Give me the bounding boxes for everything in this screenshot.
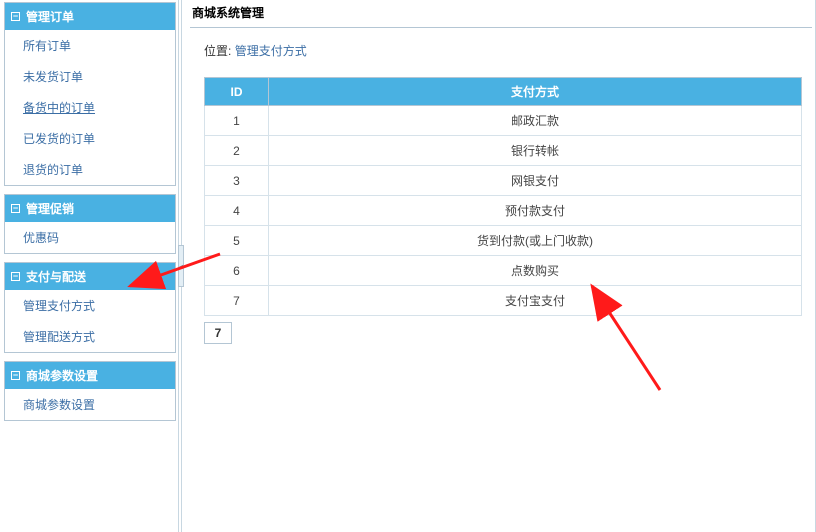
breadcrumb-link[interactable]: 管理支付方式 <box>235 44 307 58</box>
expander-icon: − <box>11 371 20 380</box>
table-row[interactable]: 7支付宝支付 <box>205 286 802 316</box>
cell-id: 6 <box>205 256 269 286</box>
sidebar-item-return-orders[interactable]: 退货的订单 <box>5 154 175 185</box>
main-content: 商城系统管理 位置: 管理支付方式 ID 支付方式 1邮政汇款 2银行转帐 3网… <box>182 0 816 532</box>
sidebar-item-manage-payment[interactable]: 管理支付方式 <box>5 290 175 321</box>
panel-header-manage-promotion[interactable]: − 管理促销 <box>5 195 175 222</box>
panel-header-payment-delivery[interactable]: − 支付与配送 <box>5 263 175 290</box>
cell-method: 支付宝支付 <box>269 286 802 316</box>
sidebar-item-unshipped-orders[interactable]: 未发货订单 <box>5 61 175 92</box>
cell-method: 银行转帐 <box>269 136 802 166</box>
sidebar: − 管理订单 所有订单 未发货订单 备货中的订单 已发货的订单 退货的订单 − … <box>0 0 178 532</box>
table-row[interactable]: 2银行转帐 <box>205 136 802 166</box>
sidebar-item-all-orders[interactable]: 所有订单 <box>5 30 175 61</box>
cell-id: 2 <box>205 136 269 166</box>
page-title: 商城系统管理 <box>190 0 812 28</box>
sidebar-item-coupon[interactable]: 优惠码 <box>5 222 175 253</box>
panel-title: 支付与配送 <box>26 268 86 285</box>
cell-id: 5 <box>205 226 269 256</box>
cell-id: 1 <box>205 106 269 136</box>
table-row[interactable]: 5货到付款(或上门收款) <box>205 226 802 256</box>
cell-id: 7 <box>205 286 269 316</box>
cell-method: 网银支付 <box>269 166 802 196</box>
table-header-id: ID <box>205 78 269 106</box>
table-row[interactable]: 1邮政汇款 <box>205 106 802 136</box>
payment-methods-table: ID 支付方式 1邮政汇款 2银行转帐 3网银支付 4预付款支付 5货到付款(或… <box>204 77 802 316</box>
cell-method: 预付款支付 <box>269 196 802 226</box>
cell-method: 点数购买 <box>269 256 802 286</box>
pager: 7 <box>204 322 802 344</box>
cell-id: 4 <box>205 196 269 226</box>
table-row[interactable]: 6点数购买 <box>205 256 802 286</box>
breadcrumb-label: 位置 <box>204 44 228 58</box>
table-row[interactable]: 3网银支付 <box>205 166 802 196</box>
cell-id: 3 <box>205 166 269 196</box>
expander-icon: − <box>11 272 20 281</box>
panel-header-mall-settings[interactable]: − 商城参数设置 <box>5 362 175 389</box>
cell-method: 邮政汇款 <box>269 106 802 136</box>
panel-payment-delivery: − 支付与配送 管理支付方式 管理配送方式 <box>4 262 176 353</box>
sidebar-item-preparing-orders[interactable]: 备货中的订单 <box>5 92 175 123</box>
table-row[interactable]: 4预付款支付 <box>205 196 802 226</box>
sidebar-item-manage-delivery[interactable]: 管理配送方式 <box>5 321 175 352</box>
panel-manage-orders: − 管理订单 所有订单 未发货订单 备货中的订单 已发货的订单 退货的订单 <box>4 2 176 186</box>
breadcrumb-sep: : <box>228 44 235 58</box>
breadcrumb: 位置: 管理支付方式 <box>190 28 812 77</box>
expander-icon: − <box>11 12 20 21</box>
cell-method: 货到付款(或上门收款) <box>269 226 802 256</box>
sidebar-item-mall-params[interactable]: 商城参数设置 <box>5 389 175 420</box>
table-header-method: 支付方式 <box>269 78 802 106</box>
panel-title: 商城参数设置 <box>26 367 98 384</box>
panel-manage-promotion: − 管理促销 优惠码 <box>4 194 176 254</box>
pager-current[interactable]: 7 <box>204 322 232 344</box>
sidebar-item-shipped-orders[interactable]: 已发货的订单 <box>5 123 175 154</box>
panel-title: 管理订单 <box>26 8 74 25</box>
panel-title: 管理促销 <box>26 200 74 217</box>
panel-mall-settings: − 商城参数设置 商城参数设置 <box>4 361 176 421</box>
panel-header-manage-orders[interactable]: − 管理订单 <box>5 3 175 30</box>
expander-icon: − <box>11 204 20 213</box>
